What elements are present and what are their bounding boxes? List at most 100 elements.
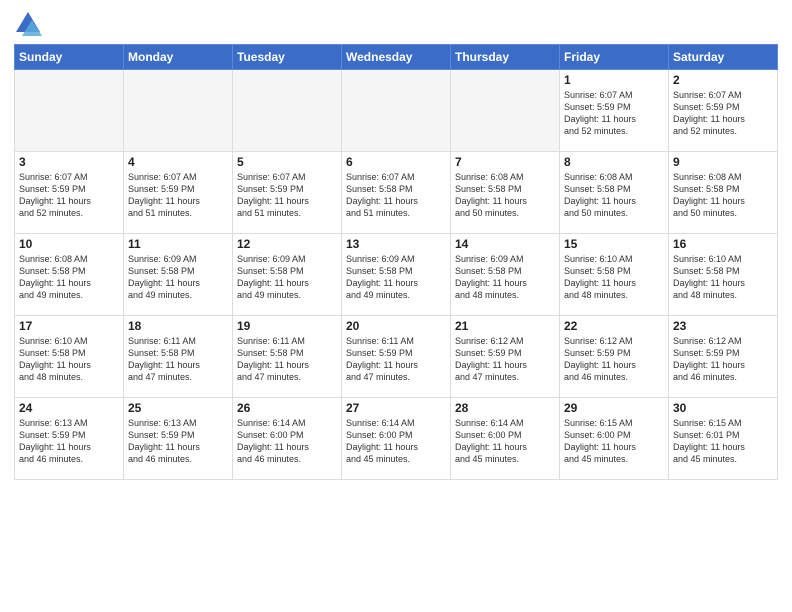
day-number: 12 — [237, 237, 337, 251]
day-info: Sunrise: 6:11 AM Sunset: 5:58 PM Dayligh… — [128, 335, 228, 384]
calendar-cell: 18 Sunrise: 6:11 AM Sunset: 5:58 PM Dayli… — [124, 316, 233, 398]
calendar-cell: 24 Sunrise: 6:13 AM Sunset: 5:59 PM Dayli… — [15, 398, 124, 480]
calendar-cell: 15 Sunrise: 6:10 AM Sunset: 5:58 PM Dayli… — [560, 234, 669, 316]
day-number: 22 — [564, 319, 664, 333]
calendar-cell: 21 Sunrise: 6:12 AM Sunset: 5:59 PM Dayli… — [451, 316, 560, 398]
day-info: Sunrise: 6:15 AM Sunset: 6:01 PM Dayligh… — [673, 417, 773, 466]
day-info: Sunrise: 6:13 AM Sunset: 5:59 PM Dayligh… — [19, 417, 119, 466]
week-row-3: 10 Sunrise: 6:08 AM Sunset: 5:58 PM Dayli… — [15, 234, 778, 316]
calendar-cell — [451, 70, 560, 152]
calendar-cell — [124, 70, 233, 152]
day-number: 18 — [128, 319, 228, 333]
weekday-header-thursday: Thursday — [451, 45, 560, 70]
day-info: Sunrise: 6:12 AM Sunset: 5:59 PM Dayligh… — [564, 335, 664, 384]
week-row-2: 3 Sunrise: 6:07 AM Sunset: 5:59 PM Daylig… — [15, 152, 778, 234]
day-info: Sunrise: 6:08 AM Sunset: 5:58 PM Dayligh… — [19, 253, 119, 302]
calendar-cell: 23 Sunrise: 6:12 AM Sunset: 5:59 PM Dayli… — [669, 316, 778, 398]
weekday-header-row: SundayMondayTuesdayWednesdayThursdayFrid… — [15, 45, 778, 70]
day-number: 8 — [564, 155, 664, 169]
calendar-cell: 7 Sunrise: 6:08 AM Sunset: 5:58 PM Daylig… — [451, 152, 560, 234]
day-info: Sunrise: 6:07 AM Sunset: 5:59 PM Dayligh… — [564, 89, 664, 138]
day-info: Sunrise: 6:11 AM Sunset: 5:59 PM Dayligh… — [346, 335, 446, 384]
calendar-cell: 4 Sunrise: 6:07 AM Sunset: 5:59 PM Daylig… — [124, 152, 233, 234]
calendar-cell — [233, 70, 342, 152]
day-number: 16 — [673, 237, 773, 251]
day-number: 10 — [19, 237, 119, 251]
calendar-cell: 12 Sunrise: 6:09 AM Sunset: 5:58 PM Dayli… — [233, 234, 342, 316]
day-info: Sunrise: 6:07 AM Sunset: 5:59 PM Dayligh… — [237, 171, 337, 220]
calendar-cell: 22 Sunrise: 6:12 AM Sunset: 5:59 PM Dayli… — [560, 316, 669, 398]
day-info: Sunrise: 6:08 AM Sunset: 5:58 PM Dayligh… — [455, 171, 555, 220]
day-number: 21 — [455, 319, 555, 333]
calendar-cell: 16Sunrise: 6:10 AM Sunset: 5:58 PM Dayli… — [669, 234, 778, 316]
day-info: Sunrise: 6:09 AM Sunset: 5:58 PM Dayligh… — [128, 253, 228, 302]
day-number: 26 — [237, 401, 337, 415]
day-info: Sunrise: 6:08 AM Sunset: 5:58 PM Dayligh… — [564, 171, 664, 220]
calendar-cell: 29 Sunrise: 6:15 AM Sunset: 6:00 PM Dayli… — [560, 398, 669, 480]
weekday-header-wednesday: Wednesday — [342, 45, 451, 70]
day-info: Sunrise: 6:07 AM Sunset: 5:59 PM Dayligh… — [19, 171, 119, 220]
week-row-1: 1 Sunrise: 6:07 AM Sunset: 5:59 PM Daylig… — [15, 70, 778, 152]
calendar-cell: 20 Sunrise: 6:11 AM Sunset: 5:59 PM Dayli… — [342, 316, 451, 398]
week-row-4: 17Sunrise: 6:10 AM Sunset: 5:58 PM Dayli… — [15, 316, 778, 398]
calendar-cell: 27 Sunrise: 6:14 AM Sunset: 6:00 PM Dayli… — [342, 398, 451, 480]
day-info: Sunrise: 6:11 AM Sunset: 5:58 PM Dayligh… — [237, 335, 337, 384]
day-info: Sunrise: 6:09 AM Sunset: 5:58 PM Dayligh… — [346, 253, 446, 302]
calendar-cell: 2 Sunrise: 6:07 AM Sunset: 5:59 PM Daylig… — [669, 70, 778, 152]
day-number: 28 — [455, 401, 555, 415]
day-info: Sunrise: 6:09 AM Sunset: 5:58 PM Dayligh… — [237, 253, 337, 302]
day-info: Sunrise: 6:12 AM Sunset: 5:59 PM Dayligh… — [455, 335, 555, 384]
day-number: 4 — [128, 155, 228, 169]
calendar-cell: 11 Sunrise: 6:09 AM Sunset: 5:58 PM Dayli… — [124, 234, 233, 316]
day-number: 23 — [673, 319, 773, 333]
day-number: 7 — [455, 155, 555, 169]
day-info: Sunrise: 6:14 AM Sunset: 6:00 PM Dayligh… — [455, 417, 555, 466]
calendar-cell: 25 Sunrise: 6:13 AM Sunset: 5:59 PM Dayli… — [124, 398, 233, 480]
logo-icon — [14, 10, 42, 38]
day-info: Sunrise: 6:12 AM Sunset: 5:59 PM Dayligh… — [673, 335, 773, 384]
day-info: Sunrise: 6:07 AM Sunset: 5:59 PM Dayligh… — [128, 171, 228, 220]
page: SundayMondayTuesdayWednesdayThursdayFrid… — [0, 0, 792, 612]
day-info: Sunrise: 6:07 AM Sunset: 5:59 PM Dayligh… — [673, 89, 773, 138]
logo — [14, 10, 44, 38]
day-info: Sunrise: 6:07 AM Sunset: 5:58 PM Dayligh… — [346, 171, 446, 220]
day-number: 25 — [128, 401, 228, 415]
day-number: 1 — [564, 73, 664, 87]
calendar-cell: 10 Sunrise: 6:08 AM Sunset: 5:58 PM Dayli… — [15, 234, 124, 316]
day-info: Sunrise: 6:14 AM Sunset: 6:00 PM Dayligh… — [237, 417, 337, 466]
weekday-header-friday: Friday — [560, 45, 669, 70]
day-info: Sunrise: 6:15 AM Sunset: 6:00 PM Dayligh… — [564, 417, 664, 466]
calendar-cell: 14Sunrise: 6:09 AM Sunset: 5:58 PM Dayli… — [451, 234, 560, 316]
day-info: Sunrise: 6:10 AM Sunset: 5:58 PM Dayligh… — [564, 253, 664, 302]
weekday-header-tuesday: Tuesday — [233, 45, 342, 70]
calendar-cell: 6 Sunrise: 6:07 AM Sunset: 5:58 PM Daylig… — [342, 152, 451, 234]
calendar-cell: 28 Sunrise: 6:14 AM Sunset: 6:00 PM Dayli… — [451, 398, 560, 480]
calendar-cell: 30 Sunrise: 6:15 AM Sunset: 6:01 PM Dayli… — [669, 398, 778, 480]
day-number: 20 — [346, 319, 446, 333]
header — [14, 10, 778, 38]
calendar-cell — [15, 70, 124, 152]
calendar-cell: 5Sunrise: 6:07 AM Sunset: 5:59 PM Daylig… — [233, 152, 342, 234]
day-number: 15 — [564, 237, 664, 251]
day-number: 14 — [455, 237, 555, 251]
day-number: 6 — [346, 155, 446, 169]
calendar-cell — [342, 70, 451, 152]
day-number: 3 — [19, 155, 119, 169]
day-number: 27 — [346, 401, 446, 415]
weekday-header-sunday: Sunday — [15, 45, 124, 70]
day-number: 11 — [128, 237, 228, 251]
calendar: SundayMondayTuesdayWednesdayThursdayFrid… — [14, 44, 778, 480]
day-number: 30 — [673, 401, 773, 415]
day-info: Sunrise: 6:13 AM Sunset: 5:59 PM Dayligh… — [128, 417, 228, 466]
day-info: Sunrise: 6:14 AM Sunset: 6:00 PM Dayligh… — [346, 417, 446, 466]
day-number: 29 — [564, 401, 664, 415]
day-info: Sunrise: 6:08 AM Sunset: 5:58 PM Dayligh… — [673, 171, 773, 220]
day-number: 2 — [673, 73, 773, 87]
day-number: 24 — [19, 401, 119, 415]
day-number: 17 — [19, 319, 119, 333]
calendar-cell: 9Sunrise: 6:08 AM Sunset: 5:58 PM Daylig… — [669, 152, 778, 234]
calendar-cell: 8 Sunrise: 6:08 AM Sunset: 5:58 PM Daylig… — [560, 152, 669, 234]
calendar-cell: 17Sunrise: 6:10 AM Sunset: 5:58 PM Dayli… — [15, 316, 124, 398]
calendar-cell: 3 Sunrise: 6:07 AM Sunset: 5:59 PM Daylig… — [15, 152, 124, 234]
weekday-header-saturday: Saturday — [669, 45, 778, 70]
